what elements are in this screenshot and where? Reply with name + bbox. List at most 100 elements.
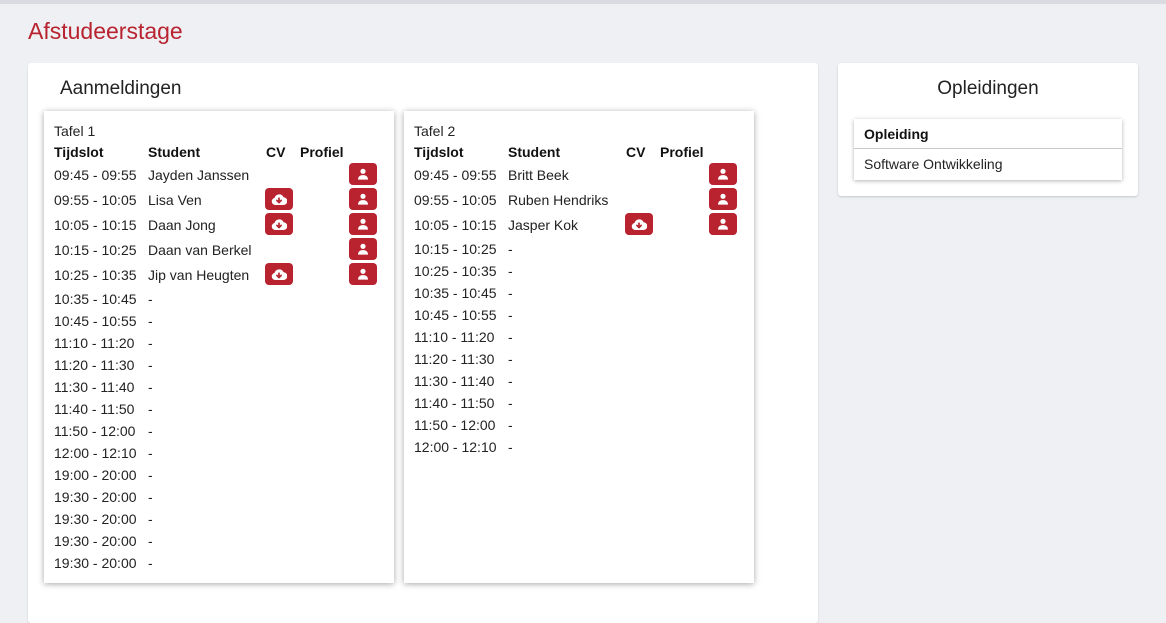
profiel-button[interactable] bbox=[709, 188, 737, 210]
tijdslot-cell: 19:30 - 20:00 bbox=[54, 555, 137, 571]
table-row: 10:45 - 10:55- bbox=[414, 304, 744, 326]
tijdslot-cell: 10:35 - 10:45 bbox=[54, 291, 137, 307]
tijdslot-cell: 11:20 - 11:30 bbox=[414, 351, 495, 367]
user-icon bbox=[717, 218, 729, 230]
tijdslot-cell: 12:00 - 12:10 bbox=[414, 439, 497, 455]
student-cell: - bbox=[148, 423, 153, 439]
table-row: 11:10 - 11:20- bbox=[54, 332, 384, 354]
tijdslot-cell: 11:10 - 11:20 bbox=[54, 335, 135, 351]
student-cell: - bbox=[508, 395, 513, 411]
student-cell: Britt Beek bbox=[508, 167, 569, 183]
student-cell: - bbox=[148, 489, 153, 505]
profiel-button[interactable] bbox=[709, 213, 737, 235]
table-row: 09:55 - 10:05 Ruben Hendriks bbox=[414, 188, 744, 213]
tijdslot-cell: 10:45 - 10:55 bbox=[54, 313, 137, 329]
student-cell: - bbox=[148, 445, 153, 461]
table-body: 09:45 - 09:55 Jayden Janssen 09:55 - 10:05… bbox=[54, 163, 384, 574]
student-cell: - bbox=[508, 373, 513, 389]
tijdslot-cell: 11:40 - 11:50 bbox=[54, 401, 135, 417]
table-row: 19:30 - 20:00- bbox=[54, 508, 384, 530]
user-icon bbox=[717, 193, 729, 205]
profiel-button[interactable] bbox=[349, 213, 377, 235]
table-row: 10:25 - 10:35- bbox=[414, 260, 744, 282]
header-student: Student bbox=[508, 144, 561, 160]
tijdslot-cell: 10:25 - 10:35 bbox=[414, 263, 497, 279]
table-row: 09:55 - 10:05 Lisa Ven bbox=[54, 188, 384, 213]
user-icon bbox=[357, 218, 369, 230]
user-icon bbox=[357, 168, 369, 180]
student-cell: Jayden Janssen bbox=[148, 167, 250, 183]
student-cell: - bbox=[508, 307, 513, 323]
student-cell: Jasper Kok bbox=[508, 217, 579, 233]
student-cell: - bbox=[508, 241, 513, 257]
tafel-card: Tafel 1 Tijdslot Student CV Profiel 09:4… bbox=[44, 111, 394, 583]
tijdslot-cell: 10:45 - 10:55 bbox=[414, 307, 497, 323]
table-row: 11:50 - 12:00- bbox=[54, 420, 384, 442]
table-row: 09:45 - 09:55 Britt Beek bbox=[414, 163, 744, 188]
student-cell: - bbox=[148, 533, 153, 549]
table-row: 19:00 - 20:00- bbox=[54, 464, 384, 486]
user-icon bbox=[717, 168, 729, 180]
tijdslot-cell: 11:20 - 11:30 bbox=[54, 357, 135, 373]
tijdslot-cell: 10:25 - 10:35 bbox=[54, 267, 137, 283]
user-icon bbox=[357, 193, 369, 205]
cv-download-button[interactable] bbox=[625, 213, 653, 235]
student-cell: - bbox=[148, 313, 153, 329]
tijdslot-cell: 10:15 - 10:25 bbox=[54, 242, 137, 258]
header-tijdslot: Tijdslot bbox=[54, 144, 104, 160]
student-cell: - bbox=[508, 417, 513, 433]
student-cell: - bbox=[508, 439, 513, 455]
profiel-button[interactable] bbox=[349, 238, 377, 260]
table-row: 11:50 - 12:00- bbox=[414, 414, 744, 436]
table-row: 11:10 - 11:20- bbox=[414, 326, 744, 348]
student-cell: - bbox=[148, 291, 153, 307]
table-row: 10:35 - 10:45- bbox=[414, 282, 744, 304]
aanmeldingen-title: Aanmeldingen bbox=[60, 78, 182, 99]
cv-download-button[interactable] bbox=[265, 188, 293, 210]
profiel-button[interactable] bbox=[349, 188, 377, 210]
cloud-download-icon bbox=[631, 218, 647, 231]
table-body: 09:45 - 09:55 Britt Beek 09:55 - 10:05 Rube… bbox=[414, 163, 744, 458]
table-row: 12:00 - 12:10- bbox=[54, 442, 384, 464]
student-cell: Jip van Heugten bbox=[148, 267, 250, 283]
tijdslot-cell: 10:05 - 10:15 bbox=[54, 217, 137, 233]
cloud-download-icon bbox=[271, 218, 287, 231]
tijdslot-cell: 11:30 - 11:40 bbox=[54, 379, 135, 395]
tijdslot-cell: 19:30 - 20:00 bbox=[54, 489, 137, 505]
tijdslot-cell: 19:30 - 20:00 bbox=[54, 511, 137, 527]
page-title: Afstudeerstage bbox=[28, 18, 183, 44]
tijdslot-cell: 11:50 - 12:00 bbox=[414, 417, 496, 433]
student-cell: - bbox=[508, 285, 513, 301]
opleiding-header: Opleiding bbox=[854, 119, 1122, 149]
tafel-name: Tafel 2 bbox=[414, 123, 456, 139]
table-row: 12:00 - 12:10- bbox=[414, 436, 744, 458]
table-row: 10:45 - 10:55- bbox=[54, 310, 384, 332]
profiel-button[interactable] bbox=[349, 263, 377, 285]
table-row: 11:20 - 11:30- bbox=[54, 354, 384, 376]
table-row: 10:05 - 10:15 Daan Jong bbox=[54, 213, 384, 238]
table-row: 10:05 - 10:15 Jasper Kok bbox=[414, 213, 744, 238]
tijdslot-cell: 11:10 - 11:20 bbox=[414, 329, 495, 345]
opleiding-row[interactable]: Software Ontwikkeling bbox=[854, 149, 1122, 180]
profiel-button[interactable] bbox=[349, 163, 377, 185]
header-profiel: Profiel bbox=[660, 144, 704, 160]
table-row: 11:40 - 11:50- bbox=[414, 392, 744, 414]
cloud-download-icon bbox=[271, 193, 287, 206]
tafel-card: Tafel 2 Tijdslot Student CV Profiel 09:4… bbox=[404, 111, 754, 583]
cv-download-button[interactable] bbox=[265, 263, 293, 285]
table-row: 19:30 - 20:00- bbox=[54, 552, 384, 574]
table-row: 11:30 - 11:40- bbox=[54, 376, 384, 398]
student-cell: - bbox=[508, 351, 513, 367]
table-row: 09:45 - 09:55 Jayden Janssen bbox=[54, 163, 384, 188]
user-icon bbox=[357, 268, 369, 280]
student-cell: Daan Jong bbox=[148, 217, 216, 233]
student-cell: Lisa Ven bbox=[148, 192, 202, 208]
student-cell: - bbox=[508, 329, 513, 345]
header-cv: CV bbox=[626, 144, 646, 160]
tijdslot-cell: 10:35 - 10:45 bbox=[414, 285, 497, 301]
student-cell: - bbox=[148, 357, 153, 373]
cv-download-button[interactable] bbox=[265, 213, 293, 235]
profiel-button[interactable] bbox=[709, 163, 737, 185]
student-cell: - bbox=[148, 335, 153, 351]
user-icon bbox=[357, 243, 369, 255]
